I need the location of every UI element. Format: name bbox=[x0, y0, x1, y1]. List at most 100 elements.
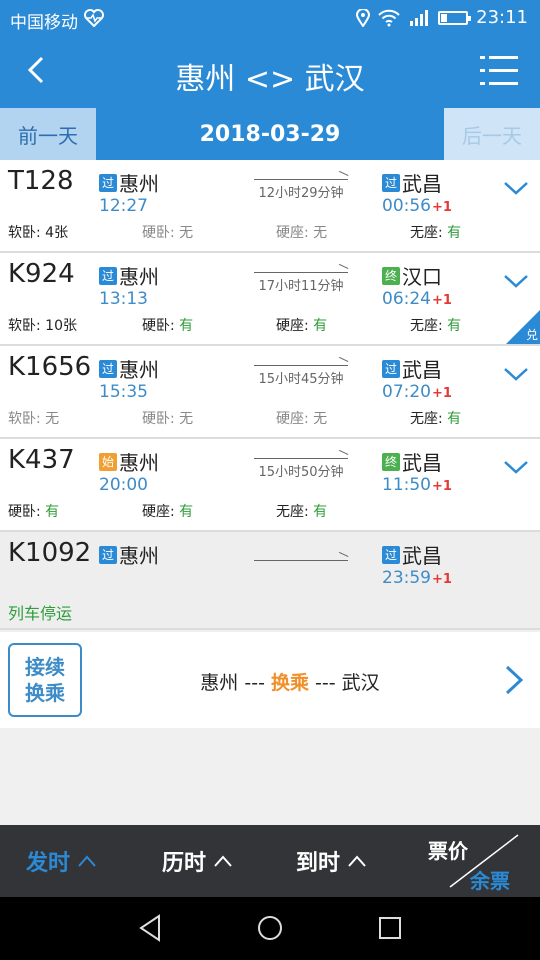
station-name: 惠州 bbox=[119, 544, 159, 568]
seat-standing: 无座: 有 bbox=[410, 225, 462, 241]
seat-hard-sleeper: 硬卧: 无 bbox=[142, 411, 194, 427]
sort-arrive-button[interactable]: 到时 bbox=[296, 845, 366, 877]
arrow-icon bbox=[254, 558, 348, 564]
seat-availability: 硬卧: 有 硬座: 有 无座: 有 bbox=[0, 501, 540, 521]
seat-soft-sleeper: 软卧: 无 bbox=[8, 411, 60, 427]
train-number: K437 bbox=[8, 445, 75, 475]
station-name: 武昌 bbox=[402, 544, 442, 568]
departure-time: 12:27 bbox=[99, 196, 148, 216]
departure-station: 过 惠州 bbox=[99, 354, 159, 383]
station-name: 武昌 bbox=[402, 358, 442, 382]
pass-tag: 过 bbox=[382, 359, 400, 378]
seat-availability: 软卧: 无 硬卧: 无 硬座: 无 无座: 有 bbox=[0, 408, 540, 428]
title-bar: 惠州 <> 武汉 bbox=[0, 36, 540, 108]
arrival-time: 11:50+1 bbox=[382, 475, 452, 495]
back-triangle-icon[interactable] bbox=[133, 911, 167, 945]
duration: 17小时11分钟 bbox=[258, 279, 344, 294]
status-bar: 中国移动 23:11 bbox=[0, 0, 540, 36]
next-day-button[interactable]: 后一天 bbox=[444, 108, 540, 160]
chevron-down-icon[interactable] bbox=[502, 453, 530, 481]
arrival-station: 过 武昌 bbox=[382, 168, 442, 197]
location-icon bbox=[356, 8, 371, 27]
chevron-down-icon[interactable] bbox=[502, 267, 530, 295]
departure-station: 过 惠州 bbox=[99, 540, 159, 569]
next-day-marker: +1 bbox=[432, 572, 452, 587]
terminal-tag: 终 bbox=[382, 452, 400, 471]
next-day-marker: +1 bbox=[432, 200, 452, 215]
train-row[interactable]: K924 过 惠州 13:13 17小时11分钟 终 汉口 06:24+1 软卧… bbox=[0, 253, 540, 346]
transfer-badge: 接续 换乘 bbox=[8, 643, 82, 717]
date-selector[interactable]: 2018-03-29 bbox=[96, 108, 444, 160]
sort-price-remain-button[interactable]: 票价 余票 bbox=[426, 833, 536, 893]
station-name: 武昌 bbox=[402, 172, 442, 196]
seat-standing: 无座: 有 bbox=[276, 504, 328, 520]
next-day-marker: +1 bbox=[432, 293, 452, 308]
departure-time: 15:35 bbox=[99, 382, 148, 402]
suspended-status: 列车停运 bbox=[8, 604, 73, 623]
pass-tag: 过 bbox=[99, 545, 117, 564]
menu-icon[interactable] bbox=[480, 56, 518, 86]
train-row[interactable]: K437 始 惠州 20:00 15小时50分钟 终 武昌 11:50+1 硬卧… bbox=[0, 439, 540, 532]
departure-station: 过 惠州 bbox=[99, 261, 159, 290]
seat-hard-seat: 硬座: 无 bbox=[276, 225, 328, 241]
seat-hard-sleeper: 硬卧: 无 bbox=[142, 225, 194, 241]
arrival-station: 终 武昌 bbox=[382, 447, 442, 476]
sort-bar: 发时 历时 到时 票价 余票 bbox=[0, 825, 540, 897]
train-row[interactable]: K1656 过 惠州 15:35 15小时45分钟 过 武昌 07:20+1 软… bbox=[0, 346, 540, 439]
train-row[interactable]: K1092 过 惠州 过 武昌 23:59+1 列车停运 bbox=[0, 532, 540, 630]
seat-standing: 无座: 有 bbox=[410, 318, 462, 334]
recents-square-icon[interactable] bbox=[373, 911, 407, 945]
seat-soft-sleeper: 软卧: 10张 bbox=[8, 318, 77, 334]
chevron-down-icon[interactable] bbox=[502, 360, 530, 388]
pass-tag: 过 bbox=[99, 359, 117, 378]
pass-tag: 过 bbox=[382, 545, 400, 564]
price-label: 票价 bbox=[428, 839, 468, 863]
system-nav-bar bbox=[0, 897, 540, 960]
caret-up-icon bbox=[348, 855, 366, 867]
heart-monitor-icon bbox=[84, 9, 104, 27]
caret-up-icon bbox=[214, 855, 232, 867]
arrival-time: 00:56+1 bbox=[382, 196, 452, 216]
carrier-name: 中国移动 bbox=[10, 13, 78, 33]
train-number: T128 bbox=[8, 166, 74, 196]
pass-tag: 过 bbox=[99, 266, 117, 285]
duration: 15小时50分钟 bbox=[258, 465, 344, 480]
sort-duration-button[interactable]: 历时 bbox=[162, 845, 232, 877]
station-name: 惠州 bbox=[119, 265, 159, 289]
battery-icon bbox=[438, 10, 472, 25]
arrival-time: 23:59+1 bbox=[382, 568, 452, 588]
station-name: 惠州 bbox=[119, 172, 159, 196]
transfer-route: 惠州 --- 换乘 --- 武汉 bbox=[200, 672, 380, 694]
seat-hard-sleeper: 硬卧: 有 bbox=[142, 318, 194, 334]
seat-availability: 软卧: 4张 硬卧: 无 硬座: 无 无座: 有 bbox=[0, 222, 540, 242]
wifi-icon bbox=[378, 9, 400, 26]
arrival-station: 过 武昌 bbox=[382, 540, 442, 569]
page-title: 惠州 <> 武汉 bbox=[175, 62, 365, 97]
remain-label: 余票 bbox=[470, 869, 510, 893]
train-list: T128 过 惠州 12:27 12小时29分钟 过 武昌 00:56+1 软卧… bbox=[0, 160, 540, 630]
arrival-time: 07:20+1 bbox=[382, 382, 452, 402]
seat-standing: 无座: 有 bbox=[410, 411, 462, 427]
sort-depart-button[interactable]: 发时 bbox=[26, 845, 96, 877]
prev-day-button[interactable]: 前一天 bbox=[0, 108, 96, 160]
seat-hard-seat: 硬座: 无 bbox=[276, 411, 328, 427]
train-number: K1092 bbox=[8, 538, 92, 568]
chevron-right-icon[interactable] bbox=[502, 664, 526, 696]
next-day-marker: +1 bbox=[432, 479, 452, 494]
terminal-tag: 终 bbox=[382, 266, 400, 285]
seat-hard-sleeper: 硬卧: 有 bbox=[8, 504, 60, 520]
departure-station: 过 惠州 bbox=[99, 168, 159, 197]
transfer-option[interactable]: 接续 换乘 惠州 --- 换乘 --- 武汉 bbox=[0, 632, 540, 728]
departure-time: 20:00 bbox=[99, 475, 148, 495]
station-name: 汉口 bbox=[402, 265, 442, 289]
station-name: 惠州 bbox=[119, 358, 159, 382]
train-row[interactable]: T128 过 惠州 12:27 12小时29分钟 过 武昌 00:56+1 软卧… bbox=[0, 160, 540, 253]
chevron-down-icon[interactable] bbox=[502, 174, 530, 202]
exchange-badge: 兑 bbox=[506, 310, 540, 344]
seat-soft-sleeper: 软卧: 4张 bbox=[8, 225, 69, 241]
origin-tag: 始 bbox=[99, 452, 117, 471]
pass-tag: 过 bbox=[99, 173, 117, 192]
seat-hard-seat: 硬座: 有 bbox=[276, 318, 328, 334]
home-circle-icon[interactable] bbox=[253, 911, 287, 945]
departure-time: 13:13 bbox=[99, 289, 148, 309]
